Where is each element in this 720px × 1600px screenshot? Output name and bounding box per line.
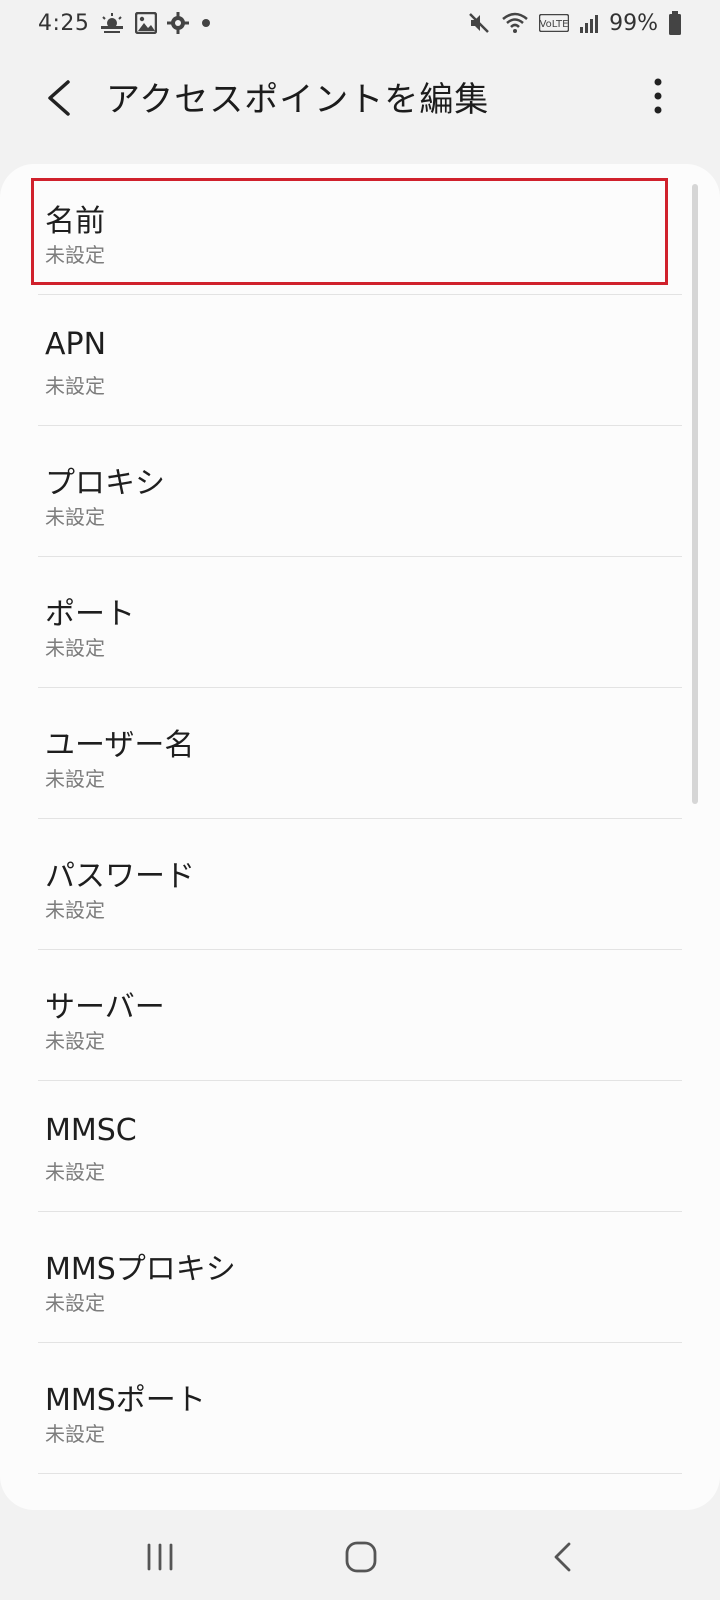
settings-item[interactable]: MMSC 未設定 — [38, 1081, 682, 1212]
status-bar: 4:25 VoLTE 99% — [0, 0, 720, 46]
page-title: アクセスポイントを編集 — [106, 80, 490, 120]
scrollbar[interactable] — [692, 184, 698, 804]
signal-icon — [579, 13, 599, 33]
wifi-icon — [501, 12, 529, 34]
recent-apps-button[interactable] — [144, 1542, 176, 1572]
status-right: VoLTE 99% — [467, 11, 682, 36]
settings-item-value: 未設定 — [45, 1422, 105, 1446]
settings-item-title: プロキシ — [45, 466, 165, 501]
settings-item-value: 未設定 — [45, 1160, 105, 1184]
settings-item-title: MMSC — [45, 1113, 137, 1148]
nav-back-icon — [554, 1542, 571, 1572]
settings-item-value: 未設定 — [45, 1029, 105, 1053]
settings-item-value: 未設定 — [45, 243, 105, 267]
settings-item[interactable]: サーバー 未設定 — [38, 950, 682, 1081]
settings-item[interactable]: パスワード 未設定 — [38, 819, 682, 950]
settings-item-title: サーバー — [45, 990, 165, 1025]
volte-icon: VoLTE — [539, 14, 570, 32]
settings-item-value: 未設定 — [45, 636, 105, 660]
settings-item[interactable]: ポート 未設定 — [38, 557, 682, 688]
settings-item-value: 未設定 — [45, 505, 105, 529]
settings-list: 名前 未設定 APN 未設定 プロキシ 未設定 ポート 未設定 ユーザー名 未設定 パスワード 未設定… — [38, 164, 682, 1474]
gear-icon — [167, 12, 190, 34]
settings-item-title: パスワード — [45, 859, 195, 894]
status-left: 4:25 — [38, 11, 213, 36]
home-button[interactable] — [344, 1540, 378, 1574]
battery-icon — [668, 11, 682, 35]
image-icon — [135, 12, 158, 34]
settings-item-value: 未設定 — [45, 898, 105, 922]
settings-item-title: MMSプロキシ — [45, 1252, 236, 1287]
settings-item-value: 未設定 — [45, 767, 105, 791]
settings-item-title: 名前 — [45, 204, 105, 239]
settings-item-value: 未設定 — [45, 374, 105, 398]
settings-item-value: 未設定 — [45, 1291, 105, 1315]
more-vert-icon — [654, 78, 662, 114]
settings-card: 名前 未設定 APN 未設定 プロキシ 未設定 ポート 未設定 ユーザー名 未設定 パスワード 未設定… — [0, 164, 720, 1510]
battery-percent: 99% — [609, 10, 658, 36]
settings-item[interactable]: 名前 未設定 — [38, 164, 682, 295]
settings-item[interactable]: プロキシ 未設定 — [38, 426, 682, 557]
svg-text:VoLTE: VoLTE — [540, 19, 569, 30]
app-bar: アクセスポイントを編集 — [0, 46, 720, 148]
settings-item[interactable]: ユーザー名 未設定 — [38, 688, 682, 819]
settings-item-title: ユーザー名 — [45, 728, 195, 763]
recent-apps-icon — [147, 1543, 173, 1571]
mute-icon — [467, 11, 491, 35]
weather-icon — [99, 12, 125, 34]
more-options-button[interactable] — [640, 72, 676, 124]
settings-item[interactable]: MMSプロキシ未設定 — [38, 1212, 682, 1343]
navigation-bar — [0, 1510, 720, 1600]
settings-item[interactable]: APN 未設定 — [38, 295, 682, 426]
status-time: 4:25 — [38, 10, 90, 36]
back-button[interactable] — [40, 76, 80, 120]
dot-icon — [199, 16, 213, 30]
home-icon — [345, 1541, 377, 1573]
settings-item[interactable]: MMSポート未設定 — [38, 1343, 682, 1474]
chevron-left-icon — [48, 80, 70, 116]
settings-item-title: ポート — [45, 597, 135, 632]
settings-item-title: APN — [45, 327, 107, 362]
nav-back-button[interactable] — [550, 1540, 574, 1574]
settings-item-title: MMSポート — [45, 1383, 206, 1418]
